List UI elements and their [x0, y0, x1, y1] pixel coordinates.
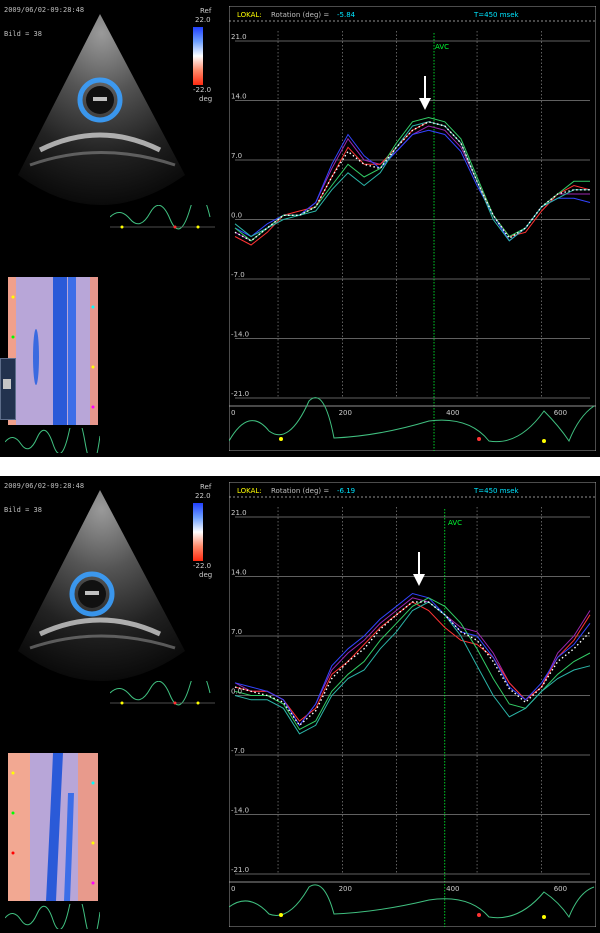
frame-label: Bild = 38 [4, 506, 42, 514]
y-tick-label: -7.0 [231, 747, 245, 755]
colorbar-unit-label: deg [199, 95, 213, 103]
timestamp: 2009/06/02-09:28:48 [4, 6, 85, 14]
x-tick-label: 600 [554, 409, 567, 417]
side-tab[interactable] [0, 358, 16, 420]
x-tick-label: 600 [554, 885, 567, 893]
panel-bottom: 2009/06/02-09:28:48 Bild = 38 Ref 22.0 -… [0, 476, 600, 933]
header-value: -6.19 [337, 487, 355, 495]
frame-label: Bild = 38 [4, 30, 42, 38]
ecg-marker [279, 913, 283, 917]
colorbar-unit-label: deg [199, 571, 213, 579]
x-tick-label: 400 [446, 409, 459, 417]
header-time: T=450 msek [473, 11, 519, 19]
rotation-chart: LOKAL: Rotation (deg) = -5.84 T=450 msek… [229, 6, 596, 451]
header-mode: LOKAL: [237, 11, 262, 19]
header-value: -5.84 [337, 11, 356, 19]
y-tick-label: -7.0 [231, 271, 245, 279]
y-tick-label: 0.0 [231, 688, 242, 696]
x-tick-label: 0 [231, 409, 235, 417]
y-tick-label: 21.0 [231, 509, 247, 517]
mini-ecg-trace [110, 205, 215, 230]
ecg-marker [542, 439, 546, 443]
ecg-marker [279, 437, 283, 441]
timestamp: 2009/06/02-09:28:48 [4, 482, 85, 490]
ecg-marker [477, 913, 481, 917]
x-tick-label: 400 [446, 885, 459, 893]
header-mode: LOKAL: [237, 487, 262, 495]
colorbar [193, 503, 203, 561]
chart-frame [229, 6, 596, 451]
rotation-chart: LOKAL: Rotation (deg) = -6.19 T=450 msek… [229, 482, 596, 927]
y-tick-label: 7.0 [231, 152, 242, 160]
colorbar-ref-label: Ref [200, 483, 212, 491]
strip-ecg-trace [5, 428, 100, 453]
header-measure: Rotation (deg) = [271, 11, 329, 19]
strain-color-map [8, 277, 98, 425]
colorbar-min-label: -22.0 [193, 86, 212, 94]
colorbar-max-label: 22.0 [195, 16, 211, 24]
x-tick-label: 200 [339, 885, 352, 893]
mini-ecg-trace [110, 681, 215, 706]
y-tick-label: 7.0 [231, 628, 242, 636]
x-tick-label: 0 [231, 885, 235, 893]
y-tick-label: 21.0 [231, 33, 247, 41]
colorbar-max-label: 22.0 [195, 492, 211, 500]
colorbar-ref-label: Ref [200, 7, 212, 15]
avc-label: AVC [435, 43, 449, 51]
header-measure: Rotation (deg) = [271, 487, 329, 495]
strain-color-map [8, 753, 98, 901]
avc-label: AVC [448, 519, 462, 527]
ecg-marker [542, 915, 546, 919]
y-tick-label: 14.0 [231, 93, 247, 101]
ecg-marker [477, 437, 481, 441]
y-tick-label: 0.0 [231, 212, 242, 220]
panel-top: 2009/06/02-09:28:48 Bild = 38 Ref 22.0 -… [0, 0, 600, 457]
colorbar-min-label: -22.0 [193, 562, 212, 570]
y-tick-label: -21.0 [231, 866, 249, 874]
header-time: T=450 msek [473, 487, 519, 495]
colorbar [193, 27, 203, 85]
y-tick-label: -14.0 [231, 807, 249, 815]
y-tick-label: 14.0 [231, 569, 247, 577]
y-tick-label: -21.0 [231, 390, 249, 398]
x-tick-label: 200 [339, 409, 352, 417]
y-tick-label: -14.0 [231, 331, 249, 339]
strip-ecg-trace [5, 904, 100, 929]
